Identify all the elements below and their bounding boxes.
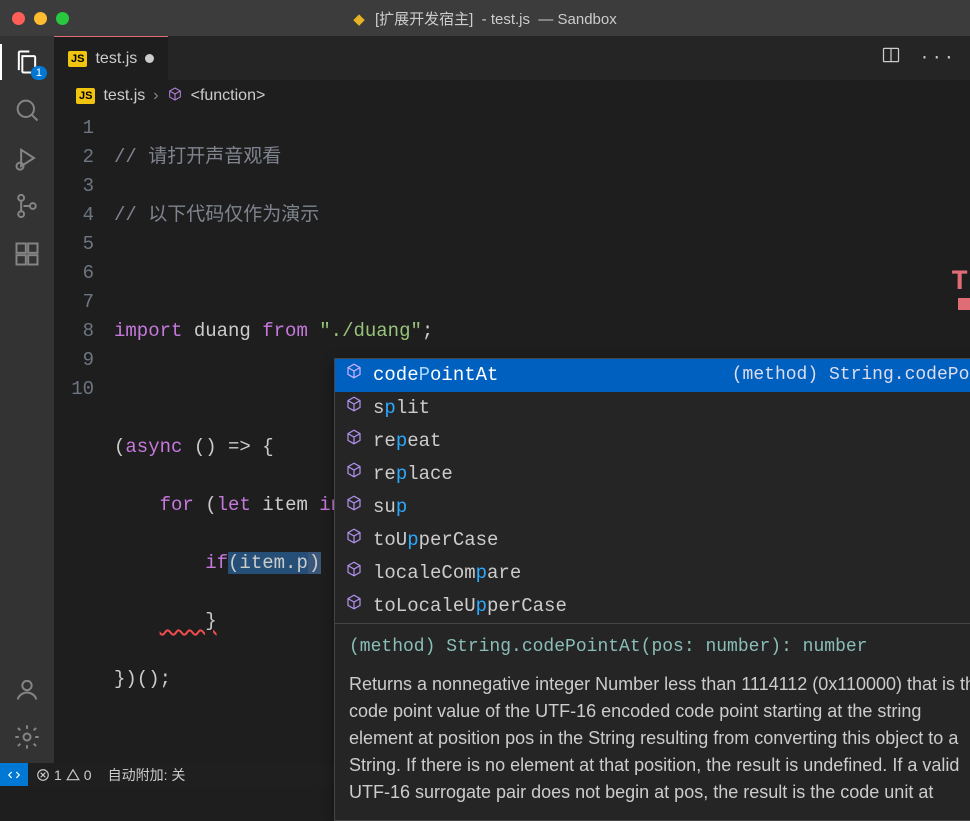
chevron-right-icon: ›: [153, 87, 158, 105]
remote-indicator[interactable]: [0, 763, 28, 786]
run-debug-icon[interactable]: [13, 144, 41, 172]
search-icon[interactable]: [13, 96, 41, 124]
maximize-window-button[interactable]: [56, 12, 69, 25]
suggest-label: localeCompare: [373, 559, 970, 588]
method-icon: [345, 493, 363, 522]
extensions-icon[interactable]: [13, 240, 41, 268]
title-file: test.js: [491, 11, 530, 28]
minimap-indicator: T: [944, 272, 970, 316]
traffic-lights: [12, 12, 69, 25]
suggest-item[interactable]: replace: [335, 458, 970, 491]
suggest-label: replace: [373, 460, 970, 489]
method-icon: [345, 427, 363, 456]
code-editor[interactable]: 1 2 3 4 5 6 7 8 9 10 // 请打开声音观看 // 以下代码仅…: [54, 112, 970, 763]
title-prefix: [扩展开发宿主]: [375, 11, 473, 28]
suggest-item[interactable]: sup: [335, 491, 970, 524]
line-gutter: 1 2 3 4 5 6 7 8 9 10: [54, 114, 114, 763]
more-actions-icon[interactable]: ···: [919, 49, 956, 68]
breadcrumb-symbol[interactable]: <function>: [191, 87, 266, 105]
settings-gear-icon[interactable]: [13, 723, 41, 751]
method-icon: [345, 526, 363, 555]
method-icon: [345, 394, 363, 423]
method-icon: [345, 559, 363, 588]
suggest-label: toLocaleUpperCase: [373, 592, 970, 621]
explorer-badge: 1: [31, 66, 47, 80]
close-window-button[interactable]: [12, 12, 25, 25]
suggest-label: codePointAt: [373, 361, 722, 390]
unsaved-dot-icon: [145, 54, 154, 63]
tab-filename: test.js: [95, 50, 137, 68]
suggest-label: toUpperCase: [373, 526, 970, 555]
method-icon: [345, 460, 363, 489]
split-editor-icon[interactable]: [881, 45, 901, 71]
suggest-label: sup: [373, 493, 970, 522]
js-badge-icon: JS: [76, 88, 95, 104]
title-suffix: — Sandbox: [538, 11, 616, 28]
breadcrumb-file[interactable]: test.js: [103, 87, 145, 105]
method-icon: [345, 361, 363, 390]
account-icon[interactable]: [13, 675, 41, 703]
auto-attach-status[interactable]: 自动附加: 关: [100, 765, 194, 785]
suggest-item[interactable]: localeCompare: [335, 557, 970, 590]
method-icon: [345, 592, 363, 621]
source-control-icon[interactable]: [13, 192, 41, 220]
suggest-detail: (method) String.codePoi…: [732, 361, 970, 390]
activity-bar: 1: [0, 36, 54, 763]
suggest-label: repeat: [373, 427, 970, 456]
tab-bar: JS test.js ···: [54, 36, 970, 80]
suggest-doc-pane: ✕ (method) String.codePointAt(pos: numbe…: [335, 623, 970, 820]
js-file-icon: ◆: [353, 11, 365, 28]
breadcrumb[interactable]: JS test.js › <function>: [54, 80, 970, 112]
editor-area: JS test.js ··· JS test.js › <function> 1: [54, 36, 970, 763]
suggest-item[interactable]: repeat: [335, 425, 970, 458]
problems-status[interactable]: 1 0: [28, 767, 100, 783]
minimize-window-button[interactable]: [34, 12, 47, 25]
suggest-item[interactable]: split: [335, 392, 970, 425]
explorer-icon[interactable]: 1: [13, 48, 41, 76]
window-title: ◆ [扩展开发宿主] - test.js — Sandbox: [0, 8, 970, 29]
titlebar: ◆ [扩展开发宿主] - test.js — Sandbox: [0, 0, 970, 36]
suggest-item[interactable]: codePointAt (method) String.codePoi…: [335, 359, 970, 392]
suggest-label: split: [373, 394, 970, 423]
suggest-signature: (method) String.codePointAt(pos: number)…: [349, 634, 970, 661]
js-badge-icon: JS: [68, 51, 87, 67]
suggest-item[interactable]: toLocaleUpperCase: [335, 590, 970, 623]
symbol-method-icon: [167, 86, 183, 107]
suggest-item[interactable]: toUpperCase: [335, 524, 970, 557]
suggest-widget[interactable]: codePointAt (method) String.codePoi… split…: [334, 358, 970, 821]
tab-test-js[interactable]: JS test.js: [54, 36, 168, 80]
